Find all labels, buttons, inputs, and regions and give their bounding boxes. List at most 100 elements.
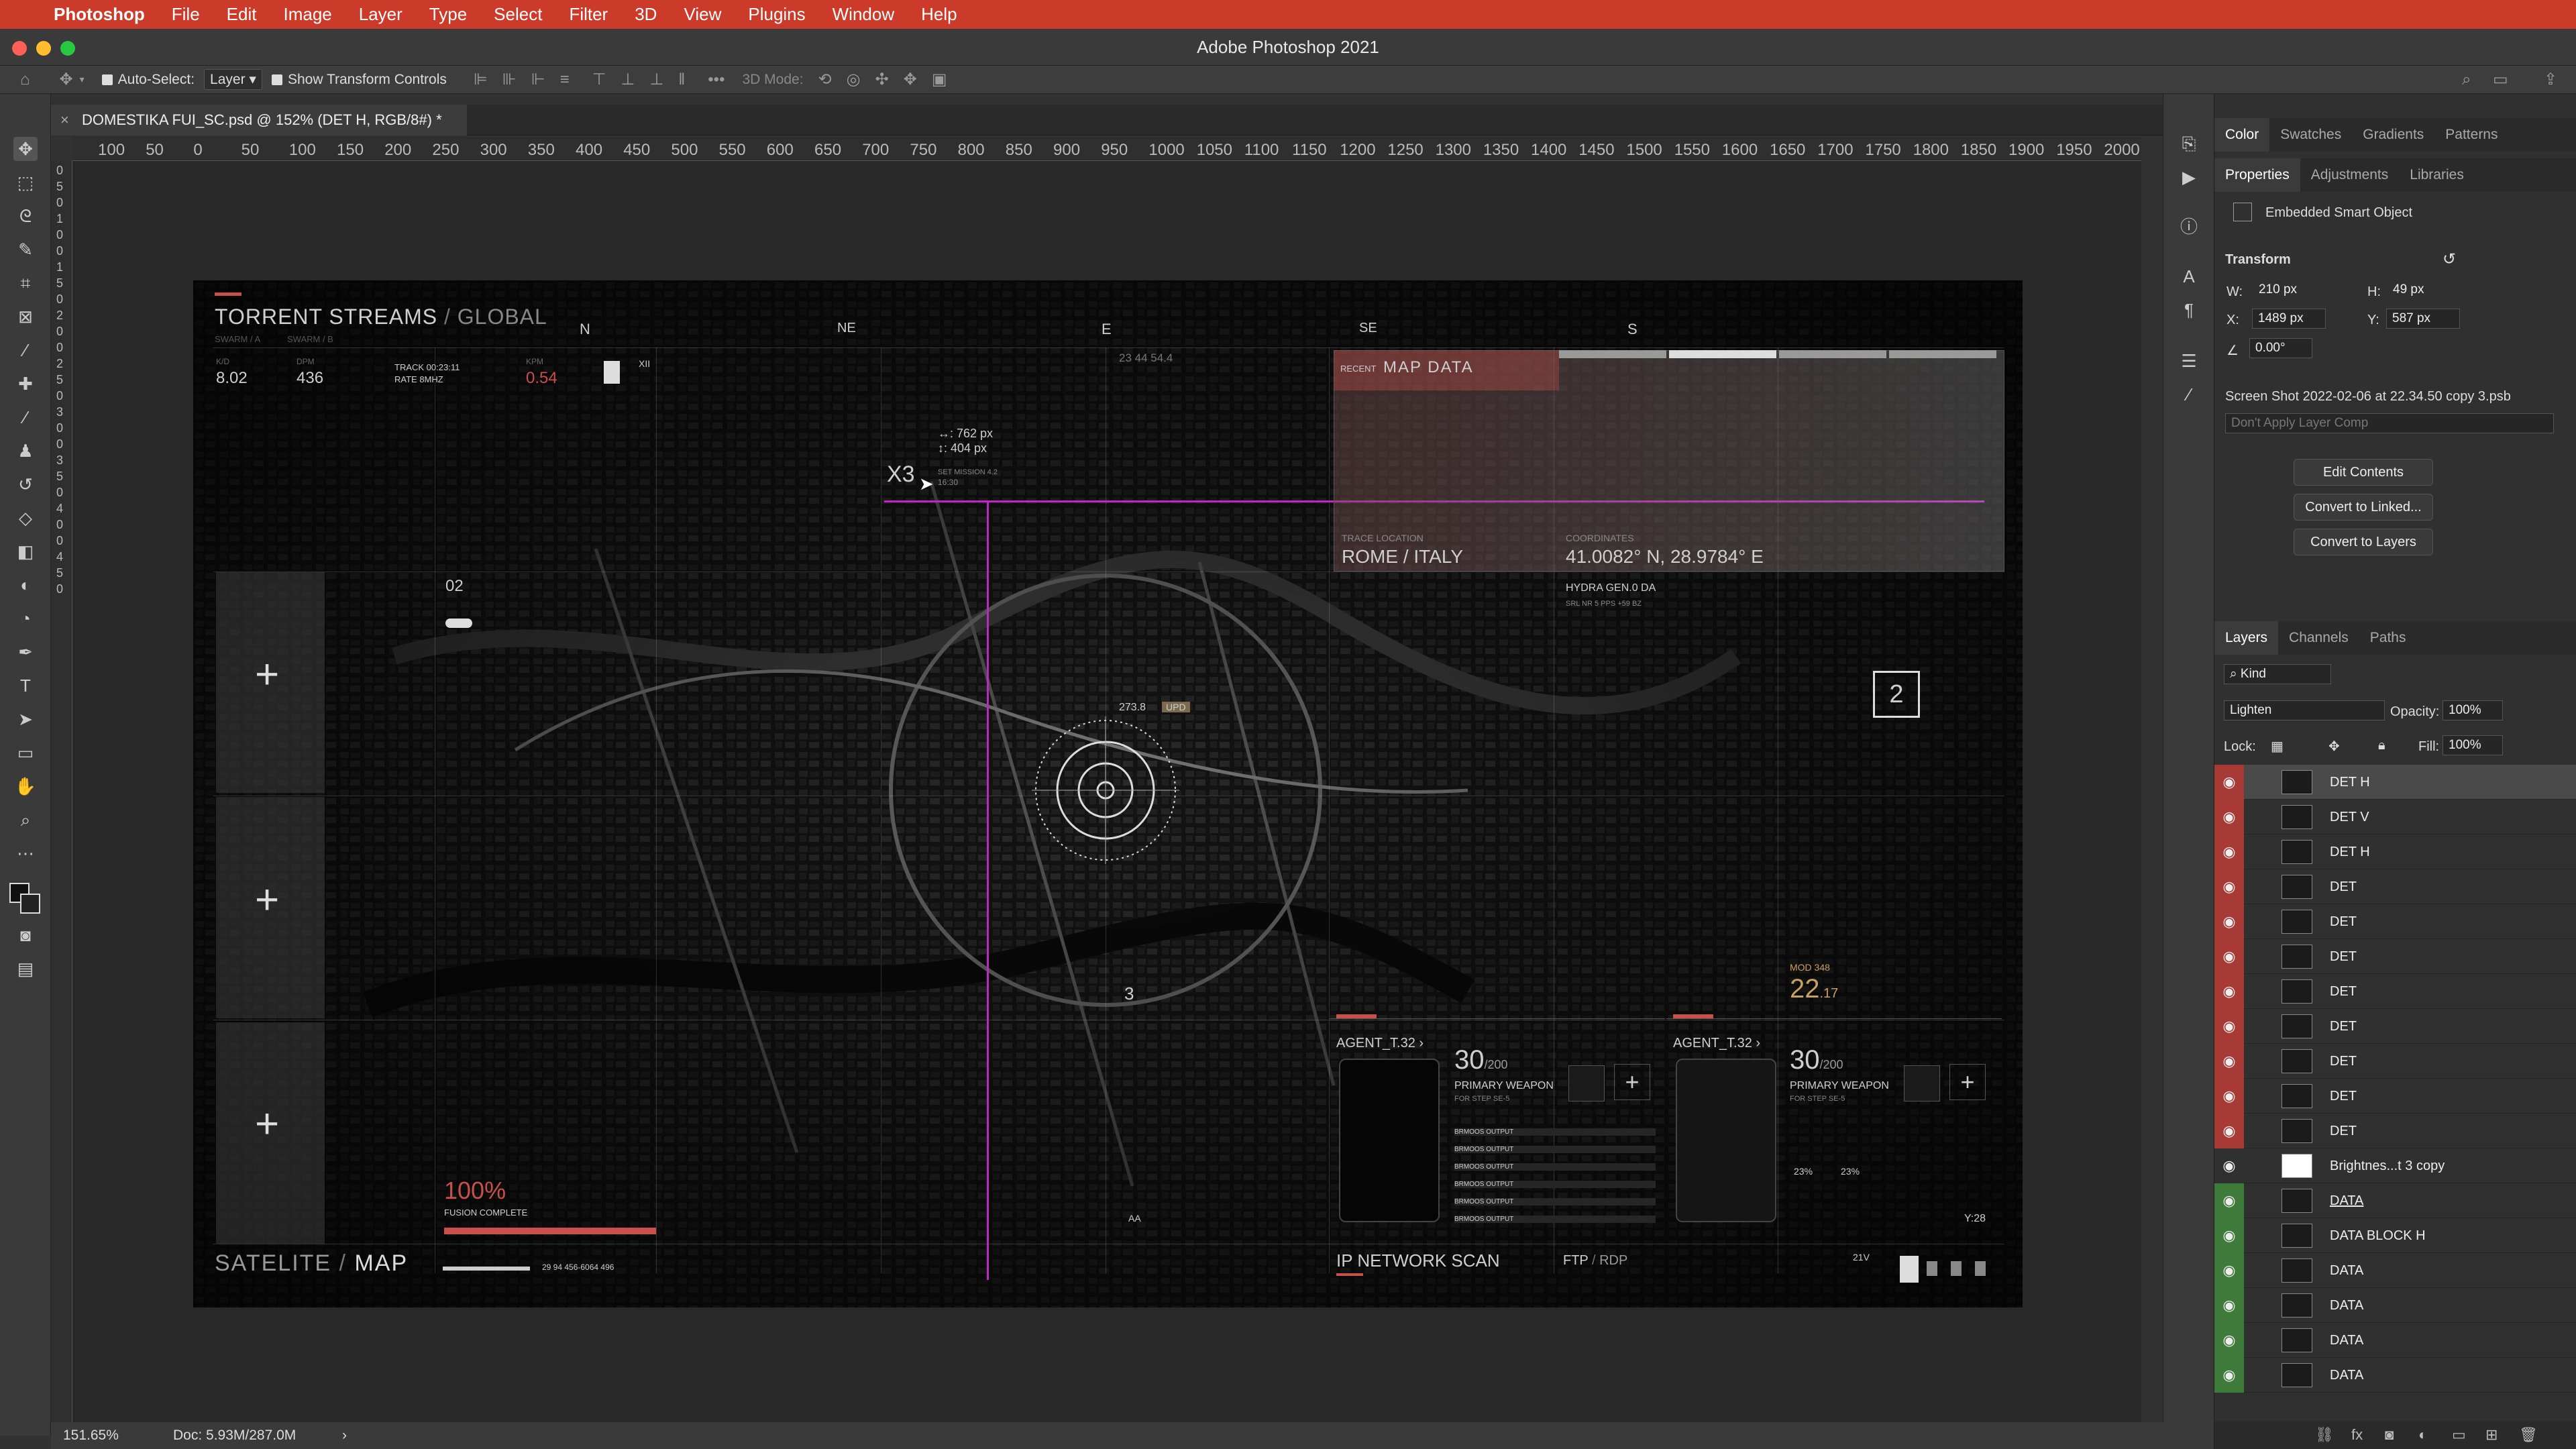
menu-layer[interactable]: Layer (345, 4, 416, 25)
menu-filter[interactable]: Filter (555, 4, 621, 25)
lock-all-icon[interactable]: 🔒︎ (2378, 738, 2385, 753)
layer-name[interactable]: DET (2330, 1079, 2357, 1114)
stamp-tool-icon[interactable]: ♟ (13, 439, 38, 463)
layer-name[interactable]: DATA (2330, 1253, 2363, 1288)
delete-layer-icon[interactable]: 🗑︎ (2519, 1426, 2538, 1444)
pen-tool-icon[interactable]: ✒ (13, 640, 38, 664)
status-menu-arrow[interactable]: › (342, 1422, 347, 1449)
slide-3d-icon[interactable]: ✥ (904, 70, 917, 89)
history-panel-icon[interactable]: ⎘ (2177, 131, 2201, 156)
menu-help[interactable]: Help (908, 4, 970, 25)
plus-icon[interactable]: + (255, 1100, 279, 1148)
search-icon[interactable]: ⌕ (2462, 70, 2471, 89)
menu-view[interactable]: View (670, 4, 735, 25)
layer-row[interactable]: ◉ DET V (2214, 800, 2576, 835)
brush-settings-icon[interactable]: ⁄ (2177, 382, 2201, 407)
history-brush-tool-icon[interactable]: ↺ (13, 472, 38, 496)
x-field[interactable]: 1489 px (2252, 309, 2326, 329)
plus-icon[interactable]: + (1614, 1064, 1650, 1100)
zoom-tool-icon[interactable]: ⌕ (13, 808, 38, 832)
dodge-tool-icon[interactable]: ◔ (13, 606, 38, 631)
layer-row[interactable]: ◉ DET (2214, 869, 2576, 904)
layer-name[interactable]: DET V (2330, 800, 2369, 835)
quick-mask-icon[interactable]: ◙ (13, 923, 38, 947)
y-field[interactable]: 587 px (2386, 309, 2460, 329)
shape-tool-icon[interactable]: ▭ (13, 741, 38, 765)
tab-channels[interactable]: Channels (2278, 621, 2359, 655)
tab-color[interactable]: Color (2214, 118, 2270, 152)
frame-tool-icon[interactable]: ⊠ (13, 305, 38, 329)
layer-name[interactable]: DATA (2330, 1288, 2363, 1323)
width-field[interactable]: 210 px (2253, 280, 2347, 301)
plus-icon[interactable]: + (1949, 1064, 1986, 1100)
move-tool-icon[interactable]: ✥ (13, 137, 38, 161)
layer-name[interactable]: Brightnes...t 3 copy (2330, 1148, 2445, 1183)
layer-name[interactable]: DET (2330, 869, 2357, 904)
type-tool-icon[interactable]: T (13, 674, 38, 698)
layer-row[interactable]: ◉ DATA (2214, 1183, 2576, 1218)
guide-vertical[interactable] (987, 502, 989, 1280)
chevron-down-icon[interactable]: ▾ (80, 74, 85, 85)
more-tools-icon[interactable]: ⋯ (13, 841, 38, 865)
plus-icon[interactable]: + (255, 876, 279, 924)
lasso-tool-icon[interactable]: ᘓ (13, 204, 38, 228)
zoom-level[interactable]: 151.65% (63, 1422, 119, 1449)
lock-position-icon[interactable]: ✥ (2328, 738, 2340, 755)
layer-name[interactable]: DET H (2330, 765, 2370, 800)
visibility-eye-icon[interactable]: ◉ (2214, 800, 2244, 835)
tab-paths[interactable]: Paths (2359, 621, 2417, 655)
minimize-window-button[interactable] (36, 41, 51, 56)
layer-row[interactable]: ◉ DET (2214, 974, 2576, 1009)
distribute-icon[interactable]: ≡ (560, 70, 570, 89)
paragraph-panel-icon[interactable]: ¶ (2177, 298, 2201, 322)
layer-name[interactable]: DATA (2330, 1183, 2363, 1218)
auto-select-checkbox[interactable]: Auto-Select: (101, 72, 195, 88)
layer-row[interactable]: ◉ DET (2214, 1044, 2576, 1079)
layer-row[interactable]: ◉ DATA (2214, 1288, 2576, 1323)
layer-row[interactable]: ◉ DET (2214, 1009, 2576, 1044)
blend-mode-select[interactable]: Lighten (2224, 700, 2385, 720)
visibility-eye-icon[interactable]: ◉ (2214, 1183, 2244, 1218)
fill-field[interactable]: 100% (2443, 735, 2503, 755)
tab-patterns[interactable]: Patterns (2434, 118, 2508, 152)
visibility-eye-icon[interactable]: ◉ (2214, 869, 2244, 904)
roll-3d-icon[interactable]: ◎ (847, 70, 861, 89)
auto-select-dropdown[interactable]: Layer ▾ (204, 69, 262, 90)
visibility-eye-icon[interactable]: ◉ (2214, 1218, 2244, 1253)
visibility-eye-icon[interactable]: ◉ (2214, 904, 2244, 939)
visibility-eye-icon[interactable]: ◉ (2214, 1148, 2244, 1183)
lock-pixels-icon[interactable]: ▦ (2271, 738, 2284, 755)
share-icon[interactable]: ⇪ (2544, 70, 2557, 89)
layer-row[interactable]: ◉ DET (2214, 1079, 2576, 1114)
visibility-eye-icon[interactable]: ◉ (2214, 1323, 2244, 1358)
visibility-eye-icon[interactable]: ◉ (2214, 1358, 2244, 1393)
layer-row[interactable]: ◉ DATA (2214, 1253, 2576, 1288)
tab-gradients[interactable]: Gradients (2352, 118, 2434, 152)
zoom-window-button[interactable] (60, 41, 75, 56)
layer-name[interactable]: DET (2330, 1044, 2357, 1079)
tab-swatches[interactable]: Swatches (2269, 118, 2352, 152)
align-right-icon[interactable]: ⊩ (531, 70, 545, 89)
menu-3d[interactable]: 3D (621, 4, 670, 25)
character-panel-icon[interactable]: A (2177, 264, 2201, 288)
layer-name[interactable]: DATA BLOCK H (2330, 1218, 2426, 1253)
layer-row[interactable]: ◉ DET (2214, 904, 2576, 939)
tab-properties[interactable]: Properties (2214, 158, 2300, 192)
layer-name[interactable]: DET (2330, 1114, 2357, 1148)
layer-row[interactable]: ◉ DET (2214, 939, 2576, 974)
layer-name[interactable]: DATA (2330, 1323, 2363, 1358)
layer-row[interactable]: ◉ DET (2214, 1114, 2576, 1148)
visibility-eye-icon[interactable]: ◉ (2214, 765, 2244, 800)
canvas-area[interactable]: TORRENT STREAMS / GLOBAL SWARM / A SWARM… (72, 161, 2141, 1422)
horizontal-ruler[interactable]: 100 50 0 50 100 150 200 250 300 350 400 450 500 550 60… (72, 137, 2141, 161)
visibility-eye-icon[interactable]: ◉ (2214, 835, 2244, 869)
layer-name[interactable]: DATA (2330, 1358, 2363, 1393)
show-transform-checkbox[interactable]: Show Transform Controls (271, 72, 447, 88)
align-bottom-icon[interactable]: ⊥ (649, 70, 663, 89)
height-field[interactable]: 49 px (2387, 280, 2481, 301)
layer-filter-kind[interactable]: ⌕ Kind (2224, 664, 2331, 684)
visibility-eye-icon[interactable]: ◉ (2214, 1009, 2244, 1044)
screen-mode-icon[interactable]: ▤ (13, 957, 38, 981)
angle-field[interactable]: 0.00° (2249, 338, 2312, 358)
layer-row[interactable]: ◉ DATA (2214, 1323, 2576, 1358)
